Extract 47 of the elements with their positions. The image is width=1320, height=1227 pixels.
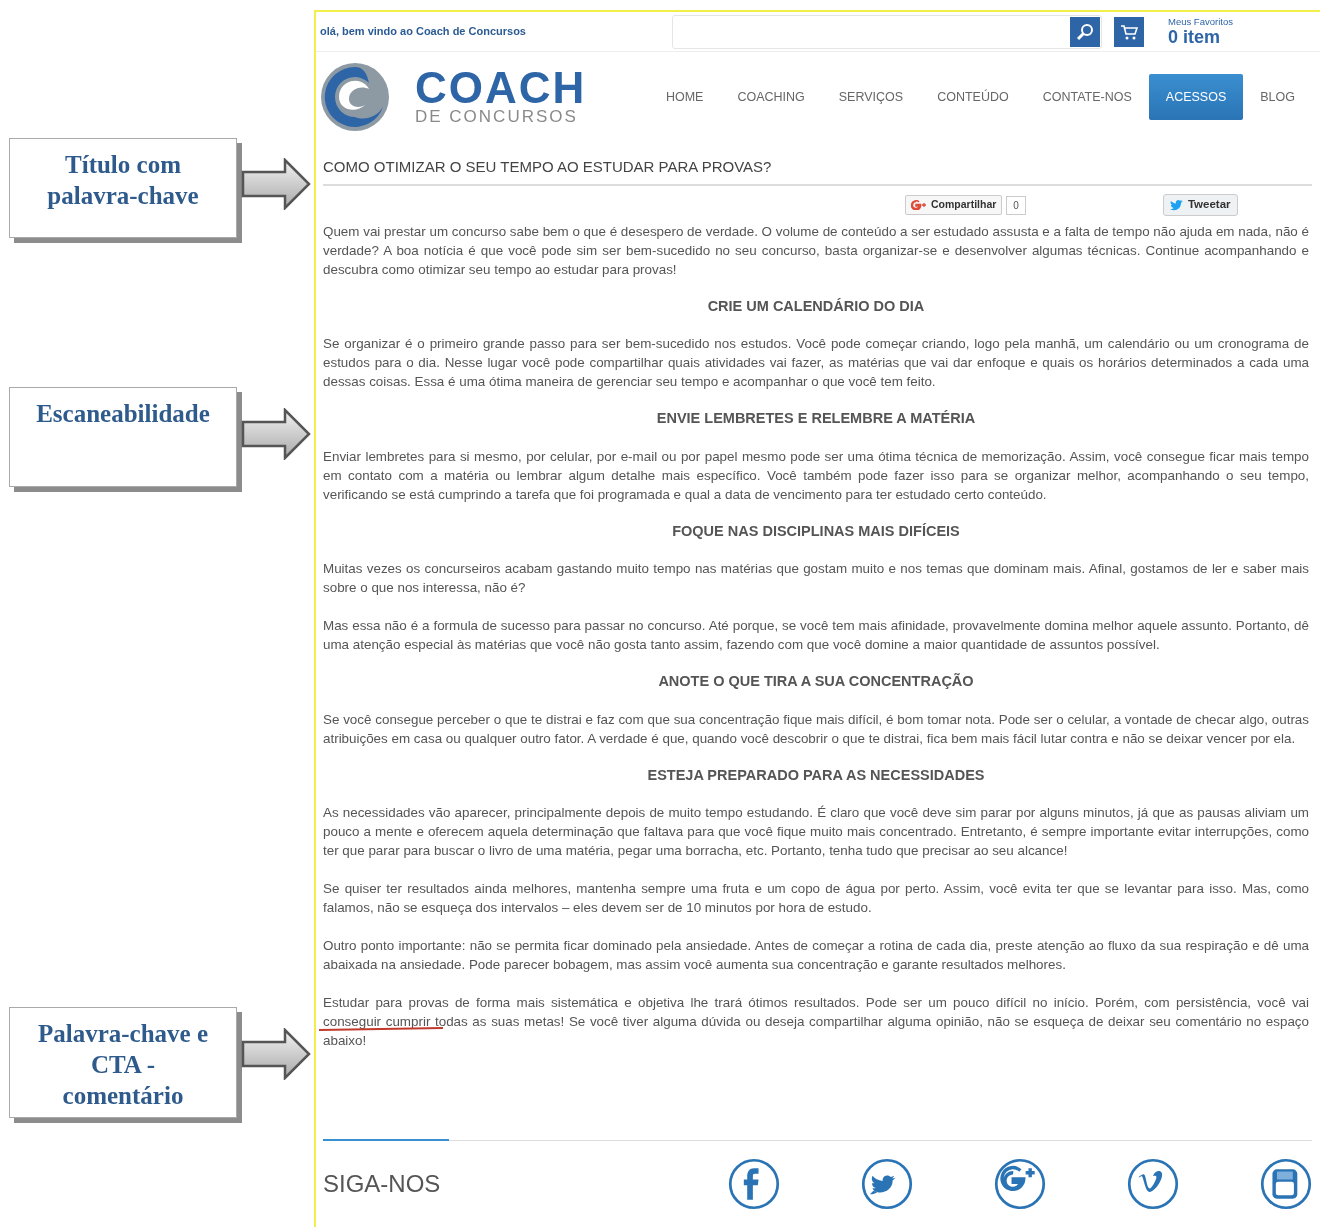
gplus-icon[interactable] <box>994 1158 1046 1210</box>
section-heading: FOQUE NAS DISCIPLINAS MAIS DIFÍCEIS <box>671 522 961 541</box>
nav-link[interactable]: COACHING <box>720 74 822 120</box>
favorites-count[interactable]: 0 item <box>1168 27 1233 47</box>
cart-icon <box>1120 22 1138 41</box>
body-paragraph: Se você consegue perceber o que te distrai e faz com que sua concentração fique mais difícil, é bom tomar nota. Pode ser o celular, a vontade de checar algo, outras atribuições em casa ou qualquer outro fator. A verdade é que, quando você descobrir o que te distrai, fica bem mais fácil lutar contra e não se deixar vencer por ela. <box>323 710 1309 748</box>
twitter-icon[interactable] <box>861 1158 913 1210</box>
body-paragraph: Se organizar é o primeiro grande passo para ser bem-sucedido nos estudos. Você pode começar criando, logo pela manhã, um calendário ou um cronograma de estudos para o dia. Nesse lugar você pode compartilhar quais atividades vai fazer, as matérias que vai dar enfoque e quais os horários determinados a cada uma dessas coisas. Essa é uma ótima maneira de gerenciar seu tempo e acompanhar o que você tem feito. <box>323 335 1309 392</box>
logo-icon <box>319 61 391 133</box>
greeting-text: olá, bem vindo ao Coach de Concursos <box>320 24 526 40</box>
nav-link[interactable]: HOME <box>648 74 721 120</box>
arrow-icon <box>240 158 312 210</box>
section-heading: ENVIE LEMBRETES E RELEMBRE A MATÉRIA <box>655 410 977 428</box>
vimeo-icon[interactable] <box>1127 1158 1179 1210</box>
search-icon <box>1076 22 1094 41</box>
body-paragraph: Se quiser ter resultados ainda melhores, mantenha sempre uma fruta e um copo de água por perto. Assim, você evita ter que se levantar para isso. Mas, como falamos, não se esqueça dos intervalos – eles devem ser de 10 minutos por hora de estudo. <box>323 879 1309 917</box>
body-paragraph: Mas essa não é a formula de sucesso para passar no concurso. Até porque, se você tem mais afinidade, provavelmente domina melhor aquele assunto. Portanto, dê uma atenção especial às matérias que você não gosta tanto assim, fazendo com que você domine a maior quantidade de assuntos possível. <box>323 617 1309 655</box>
body-paragraph: Outro ponto importante: não se permita ficar dominado pela ansiedade. Antes de começar a rotina de cada dia, preste atenção ao fluxo da sua respiração e dê uma abaixada na ansiedade. Pode parecer bobagem, mas assim você aumenta sua concentração e garante resultados melhores. <box>323 936 1309 974</box>
body-paragraph: As necessidades vão aparecer, principalmente depois de muito tempo estudando. É claro que você deve sim parar por alguns minutos, já que as pausas aliviam um pouco a mente e oferecem aquela determinação que faltava para que você fique muito mais concentrado. Entretanto, é sempre importante evitar interrupções, como ter que parar para buscar o livro de uma matéria, pegar uma borracha, etc. Portanto, tenha tudo que precisar ao seu alcance! <box>323 803 1309 860</box>
logo-title: COACH <box>415 68 587 108</box>
share-count: 0 <box>1006 195 1026 215</box>
section-heading: CRIE UM CALENDÁRIO DO DIA <box>706 298 926 316</box>
search-field[interactable] <box>672 14 1102 49</box>
nav-link[interactable]: ACESSOS <box>1148 74 1244 120</box>
cart-button[interactable] <box>1114 16 1144 47</box>
tweet-button[interactable]: Tweetar <box>1162 194 1238 216</box>
arrow-icon <box>240 1028 312 1080</box>
article-title: COMO OTIMIZAR O SEU TEMPO AO ESTUDAR PARA PROVAS? <box>323 158 1312 186</box>
section-heading: ESTEJA PREPARADO PARA AS NECESSIDADES <box>646 766 986 784</box>
bird-icon <box>1169 199 1184 211</box>
body-paragraph: Estudar para provas de forma mais sistemática e objetiva lhe trará ótimos resultados. Pode ser um pouco difícil no início. Porém, com persistência, você vai conseguir cumprir todas as suas metas! Se você tiver alguma dúvida ou deseja compartilhar alguma opinião, não se esqueça de deixar seu comentário no espaço abaixo! <box>323 993 1309 1050</box>
body-paragraph: Muitas vezes os concurseiros acabam gastando muito tempo nas matérias que gostam muito e nos temas que dominam mais. Afinal, gostamos de ler e saber mais sobre o que nos interessa, não é? <box>323 560 1309 598</box>
body-paragraph: Enviar lembretes para si mesmo, por celular, por e-mail ou por papel mesmo pode ser uma ótima técnica de memorização. Assim, você consegue ficar mais tempo em contato com a matéria ou lembrar algum detalhe mais específico. Você também pode fazer isso para se organizar melhor, acompanhando o seu tempo, verificando se está cumprindo a tarefa que foi programada e qual a data de vencimento para ter estudado certo conteúdo. <box>323 447 1309 504</box>
gplus-icon <box>911 200 927 210</box>
search-button[interactable] <box>1070 16 1100 47</box>
follow-heading: SIGA-NOS <box>323 1169 441 1199</box>
favorites-label: Meus Favoritos <box>1168 16 1233 27</box>
nav-link[interactable]: CONTATE-NOS <box>1025 74 1149 120</box>
arrow-icon <box>240 408 312 460</box>
nav-link[interactable]: CONTEÚDO <box>920 74 1026 120</box>
body-paragraph: Quem vai prestar um concurso sabe bem o que é desespero de verdade. O volume de conteúdo a ser estudado assusta e a falta de tempo não ajuda em nada, não é verdade? A boa notícia é que você pode sim ser bem-sucedido no seu concurso, basta organizar-se e desenvolver algumas técnicas. Continue acompanhando e descubra como otimizar seu tempo ao estudar para provas! <box>323 223 1309 279</box>
nav-link[interactable]: BLOG <box>1243 74 1312 120</box>
section-heading: ANOTE O QUE TIRA A SUA CONCENTRAÇÃO <box>657 673 975 691</box>
share-button[interactable]: Compartilhar <box>905 195 1003 215</box>
nav-link[interactable]: SERVIÇOS <box>821 74 921 120</box>
logo-subtitle: DE CONCURSOS <box>415 108 579 126</box>
facebook-icon[interactable] <box>728 1158 780 1210</box>
